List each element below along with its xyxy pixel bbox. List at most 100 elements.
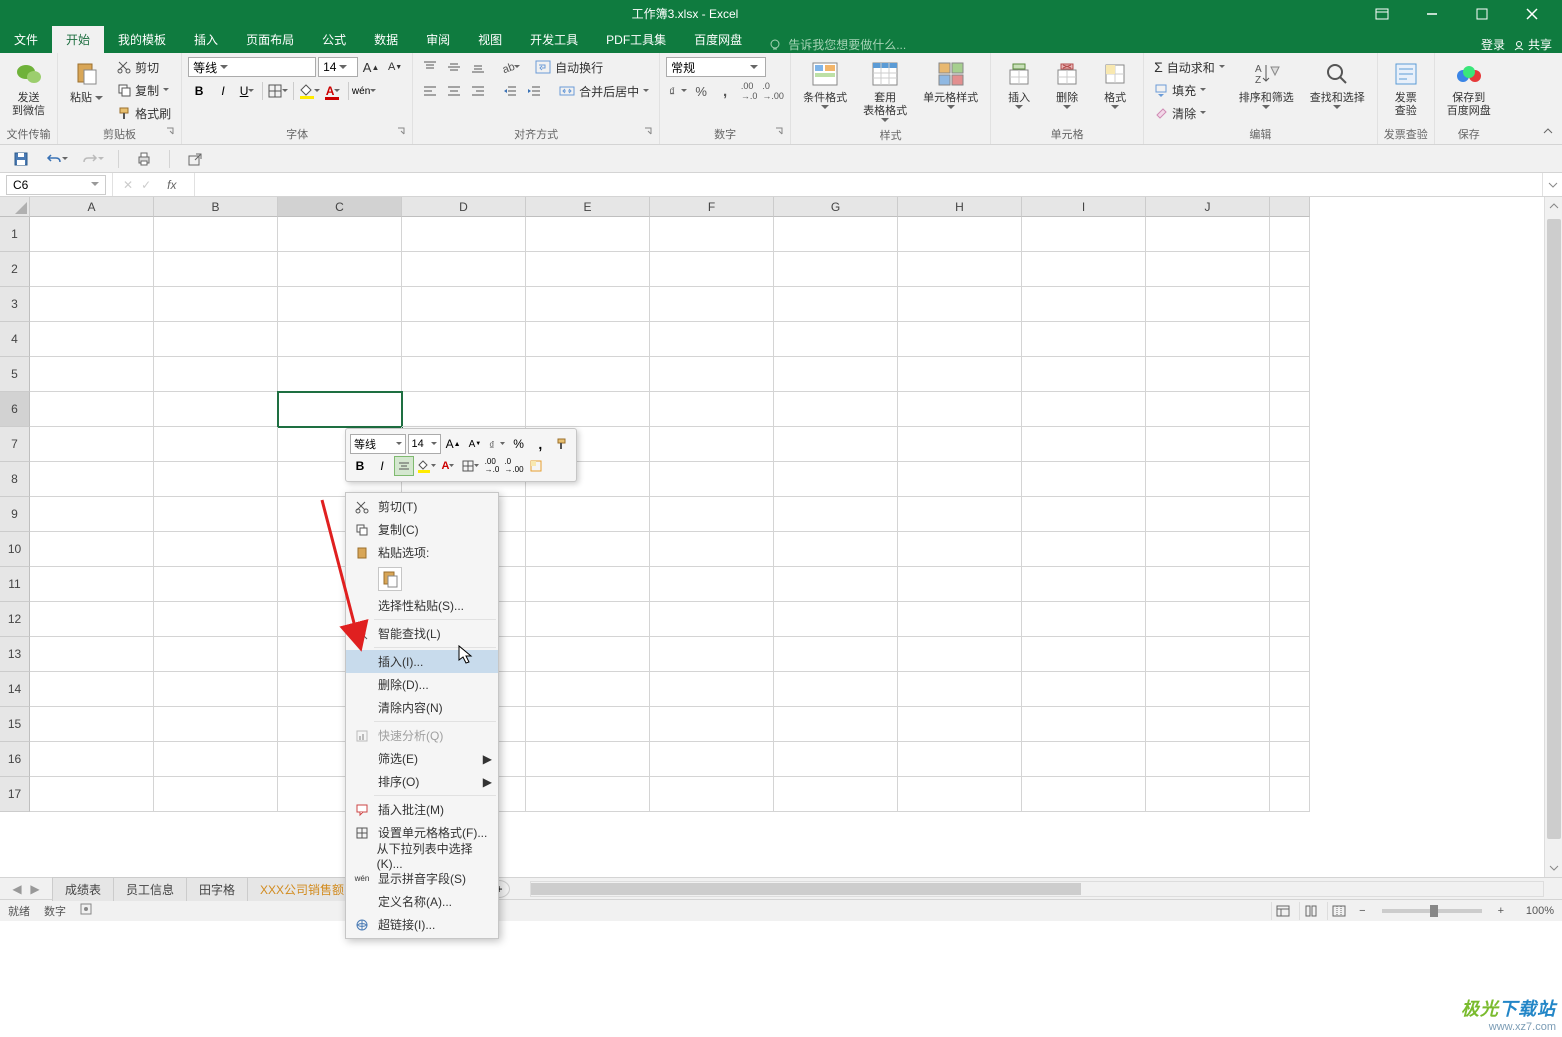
copy-button[interactable]: 复制 — [113, 79, 175, 101]
align-left-button[interactable] — [419, 80, 441, 102]
cell[interactable] — [650, 777, 774, 812]
insert-function-button[interactable]: fx — [159, 178, 184, 192]
fill-button[interactable]: 填充 — [1150, 79, 1229, 101]
menu-smart-lookup[interactable]: 智能查找(L) — [346, 622, 498, 645]
name-box[interactable]: C6 — [6, 175, 106, 195]
row-header[interactable]: 1 — [0, 217, 30, 252]
mini-percent-button[interactable]: % — [509, 434, 529, 454]
cell[interactable] — [1146, 462, 1270, 497]
cell[interactable] — [154, 427, 278, 462]
align-right-button[interactable] — [467, 80, 489, 102]
cell[interactable] — [774, 602, 898, 637]
cell[interactable] — [650, 217, 774, 252]
cell[interactable] — [898, 287, 1022, 322]
phonetic-button[interactable]: wén — [353, 80, 375, 102]
cell[interactable] — [650, 567, 774, 602]
mini-fill-color-button[interactable] — [416, 456, 436, 476]
align-bottom-button[interactable] — [467, 56, 489, 78]
row-header[interactable]: 6 — [0, 392, 30, 427]
cell[interactable] — [774, 357, 898, 392]
cell[interactable] — [898, 427, 1022, 462]
cell[interactable] — [526, 637, 650, 672]
cell[interactable] — [1022, 567, 1146, 602]
cell[interactable] — [774, 462, 898, 497]
cell[interactable] — [1022, 287, 1146, 322]
cell[interactable] — [774, 672, 898, 707]
cell[interactable] — [154, 707, 278, 742]
page-layout-view-button[interactable] — [1299, 902, 1321, 920]
cell[interactable] — [154, 392, 278, 427]
tab-insert[interactable]: 插入 — [180, 26, 232, 53]
sheet-nav-next-button[interactable]: ▶ — [26, 880, 44, 898]
maximize-button[interactable] — [1462, 0, 1502, 27]
menu-insert[interactable]: 插入(I)... — [346, 650, 498, 673]
cell[interactable] — [30, 217, 154, 252]
mini-decrease-font-button[interactable]: A▼ — [465, 434, 485, 454]
cell[interactable] — [154, 462, 278, 497]
increase-indent-button[interactable] — [523, 80, 545, 102]
cell[interactable] — [650, 357, 774, 392]
comma-button[interactable]: , — [714, 80, 736, 102]
border-button[interactable] — [267, 80, 289, 102]
cell[interactable] — [898, 637, 1022, 672]
sort-filter-button[interactable]: AZ排序和筛选 — [1233, 56, 1300, 112]
menu-define-name[interactable]: 定义名称(A)... — [346, 890, 498, 913]
cell[interactable] — [1022, 392, 1146, 427]
mini-decrease-decimal-button[interactable]: .0→.00 — [504, 456, 524, 476]
row-header[interactable]: 14 — [0, 672, 30, 707]
align-middle-button[interactable] — [443, 56, 465, 78]
cell[interactable] — [526, 567, 650, 602]
cell[interactable] — [650, 672, 774, 707]
cell[interactable] — [898, 742, 1022, 777]
cell[interactable] — [1146, 392, 1270, 427]
invoice-check-button[interactable]: 发票 查验 — [1384, 56, 1428, 120]
cell[interactable] — [278, 217, 402, 252]
cell[interactable] — [526, 707, 650, 742]
mini-font-size-combo[interactable]: 14 — [408, 434, 442, 454]
cell[interactable] — [1022, 462, 1146, 497]
column-header[interactable]: F — [650, 197, 774, 217]
save-baidu-button[interactable]: 保存到 百度网盘 — [1441, 56, 1497, 120]
mini-increase-font-button[interactable]: A▲ — [443, 434, 463, 454]
zoom-slider-thumb[interactable] — [1430, 905, 1438, 917]
mini-border-button[interactable] — [460, 456, 480, 476]
row-header[interactable]: 8 — [0, 462, 30, 497]
mini-comma-button[interactable]: , — [530, 434, 550, 454]
delete-cells-button[interactable]: 删除 — [1045, 56, 1089, 112]
font-name-combo[interactable]: 等线 — [188, 57, 316, 77]
cell[interactable] — [154, 742, 278, 777]
cell[interactable] — [278, 357, 402, 392]
find-select-button[interactable]: 查找和选择 — [1304, 56, 1371, 112]
row-header[interactable]: 10 — [0, 532, 30, 567]
cell[interactable] — [154, 672, 278, 707]
scroll-down-button[interactable] — [1545, 859, 1562, 877]
vertical-scrollbar[interactable] — [1544, 197, 1562, 877]
cut-button[interactable]: 剪切 — [113, 56, 175, 78]
ribbon-display-options-icon[interactable] — [1362, 0, 1402, 27]
cell[interactable] — [1146, 322, 1270, 357]
cell[interactable] — [154, 252, 278, 287]
cell[interactable] — [30, 532, 154, 567]
cell[interactable] — [898, 777, 1022, 812]
cell[interactable] — [526, 532, 650, 567]
decrease-font-button[interactable]: A▼ — [384, 56, 406, 78]
row-header[interactable]: 12 — [0, 602, 30, 637]
cell[interactable] — [30, 602, 154, 637]
align-center-button[interactable] — [443, 80, 465, 102]
mini-format-cells-button[interactable] — [526, 456, 546, 476]
cell[interactable] — [774, 497, 898, 532]
expand-formula-bar-button[interactable] — [1542, 173, 1562, 196]
number-format-combo[interactable]: 常规 — [666, 57, 766, 77]
cell[interactable] — [898, 532, 1022, 567]
sheet-tab[interactable]: XXX公司销售额 — [247, 877, 357, 901]
cell[interactable] — [1022, 357, 1146, 392]
zoom-slider[interactable] — [1382, 909, 1482, 913]
cell[interactable] — [1022, 672, 1146, 707]
dialog-launcher-icon[interactable] — [643, 126, 653, 136]
sheet-tab[interactable]: 员工信息 — [113, 877, 187, 901]
qat-save-button[interactable] — [10, 148, 32, 170]
cell[interactable] — [1022, 707, 1146, 742]
cell[interactable] — [30, 252, 154, 287]
cell[interactable] — [30, 322, 154, 357]
cell[interactable] — [898, 602, 1022, 637]
